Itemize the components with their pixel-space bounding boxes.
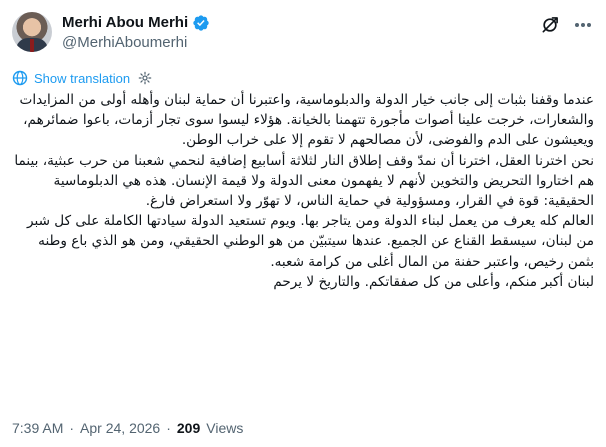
tweet-paragraph: نحن اخترنا العقل، اخترنا أن نمدّ وقف إطل… [14,152,594,210]
tweet-paragraph: لبنان أكبر منكم، وأعلى من كل صفقاتكم. وا… [273,273,594,290]
tweet-header: Merhi Abou Merhi @MerhiAboumerhi [12,10,594,58]
gear-icon[interactable] [138,71,152,85]
avatar[interactable] [12,12,52,52]
tweet-card: Merhi Abou Merhi @MerhiAboumerhi Show tr… [0,0,606,447]
more-options-icon[interactable] [572,14,594,36]
author-block: Merhi Abou Merhi @MerhiAboumerhi [62,13,210,53]
show-translation-link[interactable]: Show translation [34,71,130,86]
tweet-date[interactable]: Apr 24, 2026 [80,420,160,436]
meta-separator: · [166,420,171,436]
author-display-name[interactable]: Merhi Abou Merhi [62,13,188,33]
tweet-paragraph: العالم كله يعرف من يعمل لبناء الدولة ومن… [26,213,594,270]
grok-icon[interactable] [540,15,560,35]
translate-icon [12,70,28,86]
author-handle[interactable]: @MerhiAboumerhi [62,33,210,53]
meta-separator: · [69,420,75,436]
tweet-text: عندما وقفنا بثبات إلى جانب خيار الدولة و… [12,90,594,292]
translation-row: Show translation [12,68,152,88]
tweet-paragraph: عندما وقفنا بثبات إلى جانب خيار الدولة و… [19,92,594,149]
views-count: 209 [176,420,201,436]
header-actions [540,14,594,36]
tweet-meta: 7:39 AM · Apr 24, 2026 · 209 Views [12,418,243,438]
views-label: Views [206,420,244,436]
verified-badge-icon [192,14,210,32]
tweet-time[interactable]: 7:39 AM [12,420,63,436]
